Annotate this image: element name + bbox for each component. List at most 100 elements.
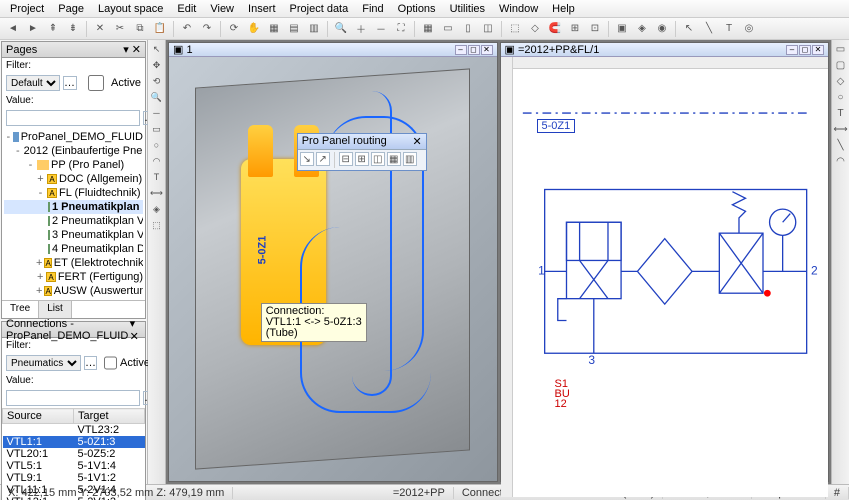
undo-icon[interactable]: ↶ xyxy=(178,20,196,38)
route-tool7-icon[interactable]: ▥ xyxy=(403,152,417,166)
paste-icon[interactable]: 📋 xyxy=(151,20,169,38)
table-row[interactable]: VTL9:15-1V1:2 xyxy=(3,472,145,484)
rtool-3-icon[interactable]: ◇ xyxy=(834,74,848,88)
conn-filter-edit-button[interactable]: … xyxy=(84,356,97,370)
layout2-icon[interactable]: ▯ xyxy=(459,20,477,38)
vtool-line-icon[interactable]: ─ xyxy=(150,106,164,120)
zoom-in-icon[interactable]: ＋ xyxy=(352,20,370,38)
filter-edit-button[interactable]: … xyxy=(63,76,77,90)
magnet-icon[interactable]: 🧲 xyxy=(546,20,564,38)
route-tool2-icon[interactable]: ↗ xyxy=(316,152,330,166)
refresh-icon[interactable]: ⟳ xyxy=(225,20,243,38)
routing-popup-close-icon[interactable]: ✕ xyxy=(413,135,422,148)
rtool-4-icon[interactable]: ○ xyxy=(834,90,848,104)
menu-view[interactable]: View xyxy=(204,1,240,17)
pages-value-input[interactable] xyxy=(6,110,140,126)
symbol-icon[interactable]: ◎ xyxy=(740,20,758,38)
tree-node[interactable]: +A ET (Elektrotechnik) xyxy=(4,256,143,270)
pages-tab-tree[interactable]: Tree xyxy=(2,301,39,318)
route-tool3-icon[interactable]: ⊟ xyxy=(339,152,353,166)
table-row[interactable]: VTL5:15-1V1:4 xyxy=(3,460,145,472)
route-tool4-icon[interactable]: ⊞ xyxy=(355,152,369,166)
pages-filter-select[interactable]: Default xyxy=(6,75,60,91)
rtool-1-icon[interactable]: ▭ xyxy=(834,42,848,56)
zoom-fit-icon[interactable]: ⛶ xyxy=(392,20,410,38)
doc3d-close-button[interactable]: ✕ xyxy=(481,45,493,55)
pro-panel-routing-toolbar[interactable]: Pro Panel routing ✕ ↘ ↗ ⊟ ⊞ ◫ ▦ ▥ xyxy=(297,133,427,171)
rtool-7-icon[interactable]: ╲ xyxy=(834,138,848,152)
line-icon[interactable]: ╲ xyxy=(700,20,718,38)
page-down-icon[interactable]: ⇟ xyxy=(64,20,82,38)
vtool-move-icon[interactable]: ✥ xyxy=(150,58,164,72)
tree-node[interactable]: -A FL (Fluidtechnik) xyxy=(4,186,143,200)
ortho-icon[interactable]: ◇ xyxy=(526,20,544,38)
menu-insert[interactable]: Insert xyxy=(242,1,282,17)
page-up-icon[interactable]: ⇞ xyxy=(44,20,62,38)
tool-icon[interactable]: ▦ xyxy=(265,20,283,38)
vtool-sym-icon[interactable]: ◈ xyxy=(150,202,164,216)
select-icon[interactable]: ↖ xyxy=(680,20,698,38)
menu-utilities[interactable]: Utilities xyxy=(444,1,491,17)
layout3-icon[interactable]: ◫ xyxy=(479,20,497,38)
viewport-3d[interactable]: 5-0Z1 Connection: VTL1:1 <-> 5-0Z1:3 (Tu… xyxy=(169,57,497,481)
tree-node[interactable]: 4 Pneumatikplan Druckreglu xyxy=(4,242,143,256)
doc3d-min-button[interactable]: ‒ xyxy=(455,45,467,55)
vtool-grp-icon[interactable]: ⬚ xyxy=(150,218,164,232)
tree-node[interactable]: 1 Pneumatikplan Einspeisun xyxy=(4,200,143,214)
next-icon[interactable]: ► xyxy=(24,20,42,38)
tree-node[interactable]: - PP (Pro Panel) xyxy=(4,158,143,172)
macro2-icon[interactable]: ◈ xyxy=(633,20,651,38)
conn-col-target[interactable]: Target xyxy=(74,409,145,424)
conn-filter-active-checkbox[interactable] xyxy=(104,355,117,371)
layout-icon[interactable]: ▭ xyxy=(439,20,457,38)
pages-filter-active-checkbox[interactable] xyxy=(84,75,108,91)
vtool-arc-icon[interactable]: ◠ xyxy=(150,154,164,168)
grid2-icon[interactable]: ⊞ xyxy=(566,20,584,38)
table-row[interactable]: VTL23:2 xyxy=(3,424,145,437)
copy-icon[interactable]: ⧉ xyxy=(131,20,149,38)
rtool-2-icon[interactable]: ▢ xyxy=(834,58,848,72)
tree-node[interactable]: 3 Pneumatikplan Ventilblock xyxy=(4,228,143,242)
prev-icon[interactable]: ◄ xyxy=(4,20,22,38)
menu-help[interactable]: Help xyxy=(546,1,581,17)
pages-tree[interactable]: - ProPanel_DEMO_FLUID- 2012 (Einbauferti… xyxy=(4,130,143,298)
snap2-icon[interactable]: ⊡ xyxy=(586,20,604,38)
menu-window[interactable]: Window xyxy=(493,1,544,17)
table-row[interactable]: VTL1:15-0Z1:3 xyxy=(3,436,145,448)
vtool-cursor-icon[interactable]: ↖ xyxy=(150,42,164,56)
conn-col-source[interactable]: Source xyxy=(3,409,74,424)
snap-icon[interactable]: ⬚ xyxy=(506,20,524,38)
menu-layout-space[interactable]: Layout space xyxy=(92,1,169,17)
menu-project[interactable]: Project xyxy=(4,1,50,17)
unpin-icon[interactable]: ▾ ✕ xyxy=(123,43,141,56)
route-tool5-icon[interactable]: ◫ xyxy=(371,152,385,166)
table-row[interactable]: VTL20:15-0Z5:2 xyxy=(3,448,145,460)
rtool-5-icon[interactable]: T xyxy=(834,106,848,120)
rtool-6-icon[interactable]: ⟷ xyxy=(834,122,848,136)
zoom-window-icon[interactable]: 🔍 xyxy=(332,20,350,38)
conn-filter-select[interactable]: Pneumatics xyxy=(6,355,81,371)
tree-node[interactable]: - 2012 (Einbaufertige Pneumatik) xyxy=(4,144,143,158)
route-tool1-icon[interactable]: ↘ xyxy=(300,152,314,166)
tree-node[interactable]: 2 Pneumatikplan Ventilblock xyxy=(4,214,143,228)
vtool-rect-icon[interactable]: ▭ xyxy=(150,122,164,136)
doc2d-max-button[interactable]: ◻ xyxy=(799,45,811,55)
menu-options[interactable]: Options xyxy=(392,1,442,17)
menu-find[interactable]: Find xyxy=(356,1,389,17)
close-icon[interactable]: ✕ xyxy=(91,20,109,38)
doc2d-min-button[interactable]: ‒ xyxy=(786,45,798,55)
macro3-icon[interactable]: ◉ xyxy=(653,20,671,38)
menu-project-data[interactable]: Project data xyxy=(284,1,355,17)
doc2d-close-button[interactable]: ✕ xyxy=(812,45,824,55)
tree-node[interactable]: +A FERT (Fertigung) xyxy=(4,270,143,284)
redo-icon[interactable]: ↷ xyxy=(198,20,216,38)
tree-node[interactable]: +A AUSW (Auswertungen) xyxy=(4,284,143,298)
vtool-zoom-icon[interactable]: 🔍 xyxy=(150,90,164,104)
doc3d-max-button[interactable]: ◻ xyxy=(468,45,480,55)
text-icon[interactable]: T xyxy=(720,20,738,38)
rtool-8-icon[interactable]: ◠ xyxy=(834,154,848,168)
menu-page[interactable]: Page xyxy=(52,1,90,17)
tree-node[interactable]: - ProPanel_DEMO_FLUID xyxy=(4,130,143,144)
viewport-schematic[interactable]: 5-0Z1 xyxy=(501,57,829,497)
vtool-circle-icon[interactable]: ○ xyxy=(150,138,164,152)
